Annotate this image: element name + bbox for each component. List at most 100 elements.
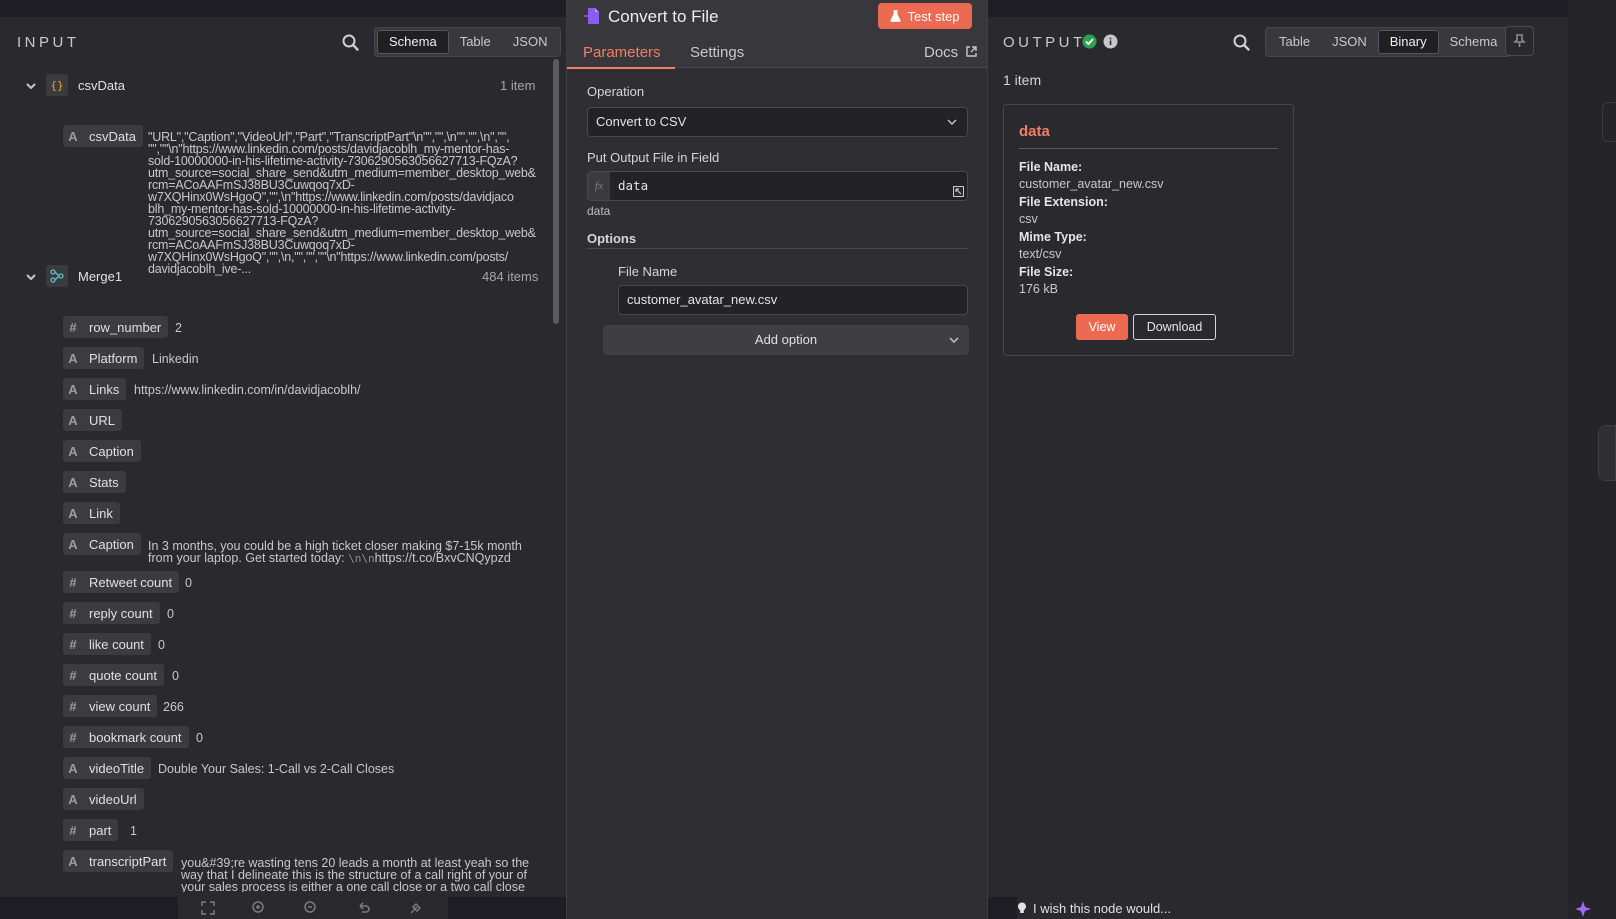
csvdata-value: "URL","Caption","VideoUrl","Part","Trans… — [148, 131, 543, 276]
input-scrollbar[interactable] — [553, 59, 559, 324]
field-name: like count — [89, 636, 144, 652]
file-name-input[interactable]: customer_avatar_new.csv — [618, 285, 968, 315]
docs-link[interactable]: Docs — [924, 44, 978, 61]
tab-json[interactable]: JSON — [502, 30, 559, 54]
tab-settings[interactable]: Settings — [690, 44, 744, 61]
string-type-icon: A — [68, 505, 78, 521]
feedback-bar[interactable]: I wish this node would... — [1017, 897, 1568, 919]
tab-table[interactable]: Table — [449, 30, 502, 54]
value-line: your sales process is either a one call … — [181, 880, 525, 892]
field-name: Links — [89, 381, 120, 397]
flask-icon — [890, 10, 902, 22]
number-type-icon: # — [69, 636, 77, 652]
add-option-button[interactable]: Add option — [603, 325, 969, 355]
undo-icon[interactable] — [356, 900, 372, 916]
tidy-up-icon[interactable] — [408, 900, 424, 916]
tab-schema[interactable]: Schema — [377, 30, 449, 54]
tab-parameters[interactable]: Parameters — [583, 44, 661, 61]
node-header: Convert to File Test step Parameters Set… — [567, 0, 987, 69]
pin-data-button[interactable] — [1505, 26, 1534, 56]
zoom-in-icon[interactable] — [251, 900, 267, 916]
options-divider — [587, 248, 968, 249]
number-type-icon: # — [69, 698, 77, 714]
field-pill[interactable]: A Caption — [63, 533, 141, 555]
field-pill[interactable]: # row_number — [63, 316, 169, 338]
input-panel: INPUT Schema Table JSON {} csvData 1 ite… — [0, 17, 566, 897]
view-button[interactable]: View — [1076, 314, 1128, 340]
field-name: Platform — [89, 350, 138, 366]
output-view-switcher: Table JSON Binary Schema — [1265, 27, 1512, 57]
string-type-icon: A — [68, 853, 78, 869]
mime-type-value: text/csv — [1019, 247, 1062, 261]
string-type-icon: A — [68, 443, 78, 459]
field-pill[interactable]: A URL — [63, 409, 123, 431]
field-pill[interactable]: # reply count — [63, 602, 160, 624]
node-csvdata-label: csvData — [78, 78, 125, 93]
file-name-value: customer_avatar_new.csv — [1019, 177, 1164, 191]
field-pill[interactable]: A Stats — [63, 471, 126, 493]
operation-select[interactable]: Convert to CSV — [587, 107, 968, 137]
field-pill[interactable]: A Platform — [63, 347, 145, 369]
field-pill[interactable]: # Retweet count — [63, 571, 180, 593]
fit-view-icon[interactable] — [200, 900, 216, 916]
field-pill[interactable]: # like count — [63, 633, 151, 655]
ai-assistant-icon[interactable] — [1572, 897, 1594, 919]
field-pill[interactable]: # part — [63, 819, 119, 841]
node-merge1-label: Merge1 — [78, 269, 123, 284]
options-label: Options — [587, 231, 637, 246]
binary-property-name: data — [1019, 123, 1050, 140]
field-pill[interactable]: AtranscriptPart — [63, 850, 174, 872]
canvas-node-handle[interactable] — [1598, 425, 1616, 481]
field-value: 2 — [175, 321, 182, 335]
chevron-down-icon[interactable] — [25, 271, 37, 283]
tab-schema[interactable]: Schema — [1439, 30, 1509, 54]
download-button[interactable]: Download — [1133, 314, 1216, 340]
field-name: csvData — [89, 128, 136, 144]
field-pill[interactable]: A Links — [63, 378, 127, 400]
output-field-input[interactable]: fx data — [587, 171, 968, 201]
field-value: Double Your Sales: 1-Call vs 2-Call Clos… — [158, 762, 395, 776]
info-icon[interactable] — [1103, 34, 1118, 49]
field-name: view count — [89, 698, 151, 714]
output-title-text: OUTPUT — [1003, 34, 1086, 51]
parameters-panel: Convert to File Test step Parameters Set… — [566, 0, 988, 919]
field-pill[interactable]: AvideoTitle — [63, 757, 152, 779]
file-size-value: 176 kB — [1019, 282, 1058, 296]
output-item-count: 1 item — [1003, 72, 1042, 88]
tab-binary[interactable]: Binary — [1377, 30, 1439, 54]
output-field-label: Put Output File in Field — [587, 150, 720, 165]
tab-json[interactable]: JSON — [1321, 30, 1378, 54]
string-type-icon: A — [68, 350, 78, 366]
zoom-out-icon[interactable] — [303, 900, 319, 916]
tab-table[interactable]: Table — [1268, 30, 1321, 54]
field-name: URL — [89, 412, 116, 428]
card-divider — [1019, 148, 1278, 149]
number-type-icon: # — [69, 822, 77, 838]
success-check-icon — [1082, 34, 1097, 49]
field-value: you&#39;re wasting tens 20 leads a month… — [181, 857, 546, 892]
node-csvdata-count: 1 item — [500, 78, 536, 93]
file-extension-value: csv — [1019, 212, 1038, 226]
field-pill[interactable]: A Caption — [63, 440, 141, 462]
test-step-button[interactable]: Test step — [878, 3, 972, 29]
field-pill[interactable]: # view count — [63, 695, 158, 717]
expand-icon[interactable] — [953, 186, 964, 197]
number-type-icon: # — [69, 574, 77, 590]
pin-icon — [1513, 34, 1526, 47]
search-icon[interactable] — [1230, 31, 1254, 55]
file-extension-key: File Extension: — [1019, 195, 1108, 209]
field-pill[interactable]: AcsvData — [63, 125, 143, 147]
field-pill[interactable]: A Link — [63, 502, 120, 524]
expression-toggle[interactable]: fx — [588, 172, 610, 200]
field-pill[interactable]: AvideoUrl — [63, 788, 144, 810]
active-tab-indicator — [567, 67, 675, 69]
search-icon[interactable] — [339, 31, 363, 55]
input-view-switcher: Schema Table JSON — [374, 27, 562, 57]
string-type-icon: A — [68, 536, 78, 552]
chevron-down-icon[interactable] — [25, 80, 37, 92]
field-pill[interactable]: # quote count — [63, 664, 164, 686]
value-line: from your laptop. Get started today: \n\… — [148, 552, 543, 565]
canvas-node-edge — [1602, 102, 1616, 142]
field-name: reply count — [89, 605, 153, 621]
field-pill[interactable]: # bookmark count — [63, 726, 189, 748]
